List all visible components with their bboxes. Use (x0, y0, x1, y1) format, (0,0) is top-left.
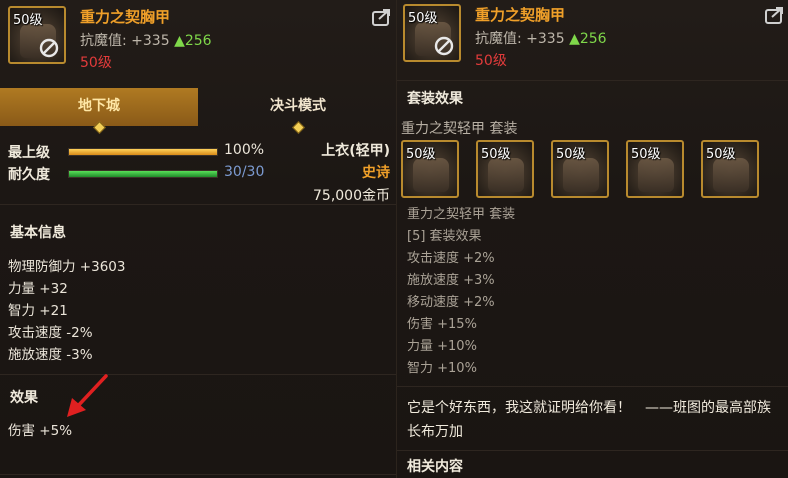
set-piece-level: 50级 (631, 147, 661, 162)
durability-label: 耐久度 (8, 167, 50, 183)
item-type-info: 上衣(轻甲) 史诗 75,000金币 (313, 140, 390, 205)
set-piece-pants[interactable]: 50级 (551, 140, 609, 198)
set-piece-level: 50级 (706, 147, 736, 162)
magic-resist-label: 抗魔值: +335 (475, 31, 565, 47)
magic-resist-increase: ▲256 (174, 33, 212, 49)
set-pieces: 50级 50级 50级 50级 50级 (401, 140, 781, 198)
item-rarity: 史诗 (362, 165, 390, 181)
divider (397, 386, 788, 387)
stat-item: 攻击速度 -2% (8, 325, 93, 341)
red-arrow-annotation (67, 374, 108, 417)
divider (0, 204, 396, 205)
set-detail-line: 重力之契轻甲 套装 (407, 207, 516, 222)
set-detail-line: 智力 +10% (407, 361, 477, 376)
item-level-badge: 50级 (408, 11, 438, 26)
basic-info-list: 物理防御力 +3603 力量 +32 智力 +21 攻击速度 -2% 施放速度 … (8, 256, 125, 366)
set-piece-level: 50级 (481, 147, 511, 162)
upgrade-value: 100% (224, 142, 265, 158)
effect-item: 伤害 +5% (8, 423, 73, 439)
durability-value: 30/30 (224, 164, 265, 180)
effects-list: 伤害 +5% (8, 420, 72, 442)
set-detail-line: 力量 +10% (407, 339, 477, 354)
durability-bar-fill (69, 171, 217, 177)
item-bars: 最上级 100% 耐久度 30/30 (8, 142, 298, 186)
pants-armor-icon (563, 158, 599, 192)
required-level: 50级 (475, 53, 507, 69)
belt-armor-icon (638, 158, 674, 192)
set-effect-detail: 重力之契轻甲 套装 [5] 套装效果 攻击速度 +2% 施放速度 +3% 移动速… (407, 204, 515, 380)
set-piece-belt[interactable]: 50级 (626, 140, 684, 198)
set-piece-shoes[interactable]: 50级 (701, 140, 759, 198)
upgrade-label: 最上级 (8, 145, 50, 161)
set-piece-chest[interactable]: 50级 (401, 140, 459, 198)
set-detail-line: 施放速度 +3% (407, 273, 495, 288)
tab-pvp[interactable]: 决斗模式 (199, 88, 396, 134)
divider (397, 80, 788, 81)
magic-resist-increase: ▲256 (569, 31, 607, 47)
chest-armor-icon (413, 158, 449, 192)
stat-item: 力量 +32 (8, 281, 68, 297)
export-icon[interactable] (765, 6, 785, 24)
tab-diamond-icon (93, 121, 106, 134)
tab-dungeon-label: 地下城 (78, 98, 120, 114)
tab-pvp-label: 决斗模式 (270, 98, 326, 114)
set-piece-level: 50级 (556, 147, 586, 162)
item-tooltip-left: 50级 重力之契胸甲 抗魔值: +335 ▲256 50级 地下城 决斗模式 最… (0, 0, 397, 478)
mode-tabs: 地下城 决斗模式 (0, 88, 396, 134)
magic-resist-label: 抗魔值: +335 (80, 33, 170, 49)
magic-resist-stat: 抗魔值: +335 ▲256 (80, 30, 212, 50)
item-icon-slot[interactable]: 50级 (403, 4, 461, 62)
set-detail-line: [5] 套装效果 (407, 229, 482, 244)
upgrade-bar (68, 148, 218, 156)
stat-item: 物理防御力 +3603 (8, 259, 126, 275)
item-header: 50级 重力之契胸甲 抗魔值: +335 ▲256 50级 (0, 0, 396, 80)
item-header: 50级 重力之契胸甲 抗魔值: +335 ▲256 50级 (397, 0, 788, 80)
item-tooltip-right: 50级 重力之契胸甲 抗魔值: +335 ▲256 50级 套装效果 重力之契轻… (397, 0, 788, 478)
forbidden-icon (434, 36, 454, 56)
item-icon-slot[interactable]: 50级 (8, 6, 66, 64)
set-piece-shoulder[interactable]: 50级 (476, 140, 534, 198)
related-content-title: 相关内容 (407, 459, 463, 475)
set-name: 重力之契轻甲 套装 (401, 121, 518, 137)
set-piece-level: 50级 (406, 147, 436, 162)
divider (397, 450, 788, 451)
flavor-text: 它是个好东西，我这就证明给你看！ ——班图的最高部族长布万加 (407, 400, 771, 440)
set-detail-line: 攻击速度 +2% (407, 251, 495, 266)
tab-dungeon[interactable]: 地下城 (0, 88, 198, 134)
divider (0, 374, 396, 375)
magic-resist-stat: 抗魔值: +335 ▲256 (475, 28, 607, 48)
item-name: 重力之契胸甲 (80, 8, 171, 26)
durability-row: 耐久度 30/30 (8, 164, 298, 186)
required-level: 50级 (80, 55, 112, 71)
set-effect-title: 套装效果 (407, 91, 463, 107)
shoes-armor-icon (713, 158, 749, 192)
stat-item: 施放速度 -3% (8, 347, 93, 363)
forbidden-icon (39, 38, 59, 58)
shoulder-armor-icon (488, 158, 524, 192)
export-icon[interactable] (372, 8, 392, 26)
set-detail-line: 移动速度 +2% (407, 295, 495, 310)
stat-item: 智力 +21 (8, 303, 68, 319)
durability-bar (68, 170, 218, 178)
effects-title: 效果 (10, 390, 38, 406)
divider (0, 474, 396, 475)
item-level-badge: 50级 (13, 13, 43, 28)
item-name: 重力之契胸甲 (475, 6, 566, 24)
set-detail-line: 伤害 +15% (407, 317, 477, 332)
item-slot-type: 上衣(轻甲) (321, 143, 390, 159)
item-price: 75,000金币 (313, 188, 390, 204)
basic-info-title: 基本信息 (10, 225, 66, 241)
tab-diamond-icon (292, 121, 305, 134)
upgrade-row: 最上级 100% (8, 142, 298, 164)
upgrade-bar-fill (69, 149, 217, 155)
